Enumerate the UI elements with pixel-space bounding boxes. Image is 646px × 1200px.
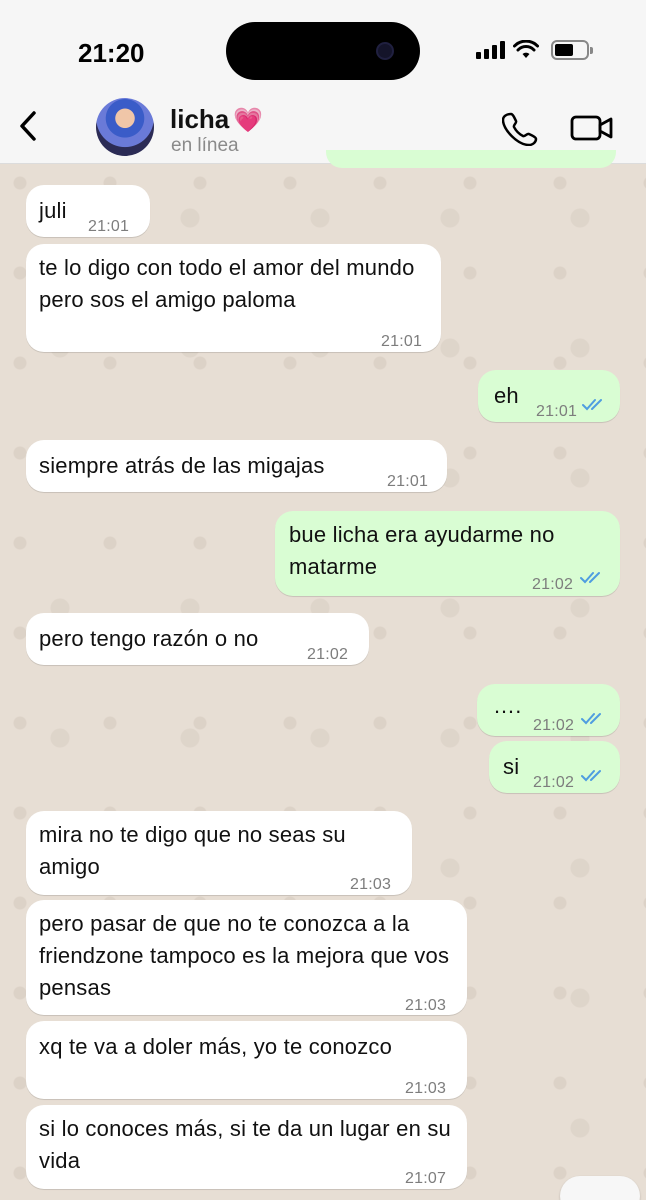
status-time: 21:20 [78, 38, 145, 68]
read-ticks-icon [581, 713, 601, 725]
message-incoming[interactable]: te lo digo con todo el amor del mundo pe… [26, 244, 441, 352]
message-time: 21:02 [307, 646, 349, 663]
message-incoming[interactable]: mira no te digo que no seas su amigo 21:… [26, 811, 412, 895]
read-ticks-icon [581, 770, 601, 782]
message-incoming[interactable]: siempre atrás de las migajas 21:01 [26, 440, 447, 492]
status-bar: 21:20 [0, 0, 646, 100]
message-time: 21:02 [533, 717, 575, 734]
message-time: 21:01 [88, 218, 130, 235]
message-time: 21:07 [405, 1170, 447, 1187]
message-outgoing[interactable]: …. 21:02 [477, 684, 620, 736]
heart-emoji: 💗 [233, 107, 264, 134]
message-incoming[interactable]: xq te va a doler más, yo te conozco 21:0… [26, 1021, 467, 1099]
message-outgoing[interactable]: si 21:02 [489, 741, 620, 793]
message-incoming[interactable]: pero pasar de que no te conozca a la fri… [26, 900, 467, 1015]
message-time: 21:01 [536, 403, 578, 420]
message-incoming[interactable]: pero tengo razón o no 21:02 [26, 613, 369, 665]
wifi-icon [513, 40, 539, 58]
message-outgoing[interactable]: eh 21:01 [478, 370, 620, 422]
message-time: 21:03 [405, 1080, 447, 1097]
video-call-icon[interactable] [570, 110, 614, 146]
previous-message-edge [326, 150, 616, 168]
contact-avatar[interactable] [96, 98, 154, 156]
back-arrow-icon[interactable] [14, 108, 44, 144]
phone-icon[interactable] [502, 110, 538, 146]
message-time: 21:02 [533, 774, 575, 791]
contact-name[interactable]: licha 💗 [170, 104, 263, 135]
message-time: 21:02 [532, 576, 574, 593]
dynamic-island [226, 22, 420, 80]
read-ticks-icon [582, 399, 602, 411]
message-incoming[interactable]: juli 21:01 [26, 185, 150, 237]
message-time: 21:01 [381, 333, 423, 350]
message-incoming[interactable]: si lo conoces más, si te da un lugar en … [26, 1105, 467, 1189]
battery-icon [551, 40, 593, 60]
scroll-to-bottom-button[interactable] [560, 1176, 640, 1200]
message-time: 21:03 [350, 876, 392, 893]
signal-icon [476, 41, 505, 59]
contact-status: en línea [171, 135, 239, 156]
message-time: 21:01 [387, 473, 429, 490]
message-time: 21:03 [405, 997, 447, 1014]
message-outgoing[interactable]: bue licha era ayudarme no matarme 21:02 [275, 511, 620, 596]
read-ticks-icon [580, 572, 600, 584]
